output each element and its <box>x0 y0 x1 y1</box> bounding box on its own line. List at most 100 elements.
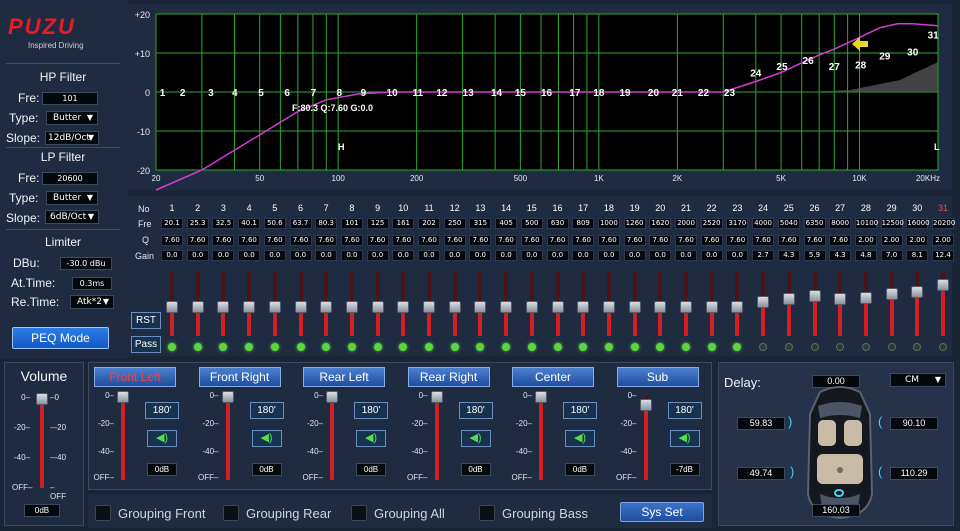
band-q-field[interactable]: 7.60 <box>340 235 363 246</box>
channel-button[interactable]: Front Right <box>198 367 281 387</box>
band-gain-field[interactable]: 0.0 <box>340 250 363 261</box>
band-q-field[interactable]: 7.60 <box>649 235 672 246</box>
band-fader-knob[interactable] <box>474 301 487 313</box>
phase-button[interactable]: 180' <box>354 402 388 419</box>
volume-fader-knob[interactable] <box>36 393 48 405</box>
band-fre-field[interactable]: 4000 <box>752 218 775 229</box>
volume-fader-track[interactable] <box>40 398 44 488</box>
band-fre-field[interactable]: 20200 <box>932 218 955 229</box>
band-number[interactable]: 22 <box>701 203 723 213</box>
speaker-mute-icon[interactable]: ◀) <box>147 430 177 447</box>
band-fader-knob[interactable] <box>371 301 384 313</box>
band-number[interactable]: 25 <box>778 203 800 213</box>
band-fre-field[interactable]: 1260 <box>623 218 646 229</box>
band-q-field[interactable]: 7.60 <box>238 235 261 246</box>
band-gain-field[interactable]: 7.0 <box>880 250 903 261</box>
band-q-field[interactable]: 2.00 <box>906 235 929 246</box>
speaker-mute-icon[interactable]: ◀) <box>460 430 491 447</box>
band-gain-field[interactable]: 0.0 <box>649 250 672 261</box>
band-gain-field[interactable]: 12.4 <box>932 250 954 261</box>
band-fre-field[interactable]: 20.1 <box>161 218 183 229</box>
band-fader-knob[interactable] <box>885 288 898 301</box>
band-pass-led[interactable] <box>784 343 793 351</box>
limiter-release-select[interactable]: Atk*2 ▼ <box>70 295 114 309</box>
band-q-field[interactable]: 7.60 <box>777 235 800 246</box>
band-gain-field[interactable]: 0.0 <box>597 250 620 261</box>
band-fre-field[interactable]: 12500 <box>880 218 904 229</box>
channel-fader-knob[interactable] <box>639 399 652 412</box>
band-pass-led[interactable] <box>682 343 690 351</box>
band-q-field[interactable]: 7.60 <box>597 235 620 246</box>
band-number[interactable]: 26 <box>804 203 826 213</box>
limiter-attack-field[interactable]: 0.3ms <box>72 277 112 290</box>
band-q-field[interactable]: 7.60 <box>700 235 723 246</box>
band-fre-field[interactable]: 101 <box>340 218 363 229</box>
band-q-field[interactable]: 7.60 <box>726 235 749 246</box>
phase-button[interactable]: 180' <box>458 402 493 419</box>
band-fader-knob[interactable] <box>217 301 230 313</box>
channel-fader-knob[interactable] <box>430 391 443 403</box>
band-number[interactable]: 10 <box>392 203 414 213</box>
band-gain-field[interactable]: 0.0 <box>212 250 235 261</box>
grouping-checkbox[interactable] <box>95 505 111 521</box>
band-fre-field[interactable]: 16000 <box>906 218 930 229</box>
band-pass-led[interactable] <box>604 343 613 351</box>
band-q-field[interactable]: 7.60 <box>675 235 697 246</box>
band-fre-field[interactable]: 8000 <box>829 218 852 229</box>
band-q-field[interactable]: 7.60 <box>520 235 543 246</box>
band-pass-led[interactable] <box>193 343 202 351</box>
band-fader-knob[interactable] <box>577 301 590 313</box>
channel-button[interactable]: Rear Right <box>407 367 490 387</box>
band-fader-knob[interactable] <box>705 301 718 313</box>
eq-response-graph[interactable]: +20 +10 0 -10 -20 20 50 100 200 500 1K 2K 5K 10K 20KH… <box>0 0 960 200</box>
band-fre-field[interactable]: 6350 <box>803 218 826 229</box>
band-q-field[interactable]: 7.60 <box>546 235 569 246</box>
band-gain-field[interactable]: 0.0 <box>520 250 543 261</box>
band-fader-knob[interactable] <box>294 301 307 313</box>
band-fre-field[interactable]: 315 <box>469 218 492 229</box>
band-q-field[interactable]: 7.60 <box>366 235 389 246</box>
band-q-field[interactable]: 7.60 <box>829 235 852 246</box>
band-pass-led[interactable] <box>630 343 639 351</box>
band-number[interactable]: 14 <box>495 203 517 213</box>
band-number[interactable]: 20 <box>649 203 671 213</box>
band-q-field[interactable]: 2.00 <box>854 235 877 246</box>
band-number[interactable]: 6 <box>290 203 312 213</box>
band-number[interactable]: 24 <box>752 203 774 213</box>
band-fader-knob[interactable] <box>500 301 513 313</box>
band-number[interactable]: 21 <box>675 203 697 213</box>
band-fader-knob[interactable] <box>731 301 744 313</box>
channel-button[interactable]: Center <box>512 367 594 387</box>
band-fre-field[interactable]: 630 <box>546 218 569 229</box>
delay-front-left-field[interactable]: 59.83 <box>737 417 785 430</box>
band-pass-led[interactable] <box>887 343 896 351</box>
phase-button[interactable]: 180' <box>563 402 597 419</box>
band-gain-field[interactable]: 0.0 <box>469 250 492 261</box>
band-gain-field[interactable]: 0.0 <box>546 250 569 261</box>
grouping-checkbox[interactable] <box>223 505 239 521</box>
band-number[interactable]: 27 <box>829 203 851 213</box>
delay-rear-left-field[interactable]: 49.74 <box>737 467 785 480</box>
band-fre-field[interactable]: 1000 <box>597 218 620 229</box>
band-pass-led[interactable] <box>296 343 305 351</box>
band-pass-led[interactable] <box>939 343 947 351</box>
band-pass-led[interactable] <box>527 343 536 351</box>
band-number[interactable]: 29 <box>881 203 903 213</box>
peq-mode-button[interactable]: PEQ Mode <box>12 327 109 349</box>
lp-slope-select[interactable]: 6dB/Oct ▼ <box>45 210 99 224</box>
channel-fader-knob[interactable] <box>535 391 547 403</box>
band-q-field[interactable]: 7.60 <box>752 235 775 246</box>
band-gain-field[interactable]: 0.0 <box>161 250 183 261</box>
band-gain-field[interactable]: 2.7 <box>752 250 775 261</box>
band-gain-field[interactable]: 0.0 <box>572 250 595 261</box>
band-pass-led[interactable] <box>347 343 356 351</box>
delay-unit-select[interactable]: CM ▼ <box>890 373 946 387</box>
band-fre-field[interactable]: 5040 <box>777 218 800 229</box>
band-pass-led[interactable] <box>450 343 459 351</box>
band-fader-knob[interactable] <box>166 301 178 313</box>
band-fader-knob[interactable] <box>757 296 770 309</box>
band-gain-field[interactable]: 0.0 <box>263 250 286 261</box>
band-q-field[interactable]: 2.00 <box>880 235 903 246</box>
band-fader-knob[interactable] <box>525 301 538 313</box>
channel-fader-knob[interactable] <box>326 391 338 403</box>
